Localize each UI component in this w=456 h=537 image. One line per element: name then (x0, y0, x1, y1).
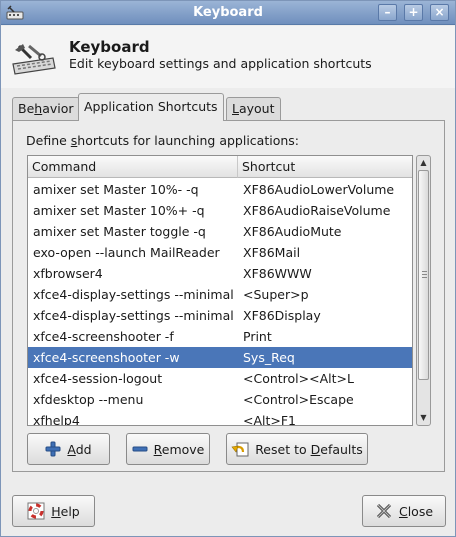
column-header-command[interactable]: Command (28, 156, 238, 178)
command-cell: xfdesktop --menu (33, 392, 144, 407)
command-cell: exo-open --launch MailReader (33, 245, 220, 260)
shortcuts-list[interactable]: Command Shortcut amixer set Master 10%- … (27, 155, 413, 426)
shortcut-cell: XF86AudioLowerVolume (243, 182, 395, 197)
table-row[interactable]: xfbrowser4 XF86WWW (28, 263, 412, 284)
command-cell: amixer set Master 10%+ -q (33, 203, 205, 218)
table-row[interactable]: amixer set Master 10%- -q XF86AudioLowerV… (28, 179, 412, 200)
help-button[interactable]: Help (12, 495, 95, 527)
grip-line (422, 277, 427, 278)
tab-behavior[interactable]: Behavior (12, 97, 80, 120)
undo-icon (231, 442, 249, 457)
close-button[interactable]: Close (362, 495, 446, 527)
remove-mnemonic: R (153, 441, 162, 457)
column-header-shortcut[interactable]: Shortcut (238, 156, 412, 178)
grip-line (422, 271, 427, 272)
command-cell: xfce4-display-settings --minimal (33, 308, 234, 323)
grip-line (422, 274, 427, 275)
list-scrollbar[interactable]: ▲ ▼ (416, 155, 431, 426)
tab-label-part: avior (42, 101, 74, 116)
table-row[interactable]: xfce4-screenshooter -w Sys_Req (28, 347, 412, 368)
remove-label-rest: emove (161, 441, 205, 457)
panel-label-part: Define (26, 133, 71, 148)
add-mnemonic: A (67, 441, 76, 457)
scroll-up-arrow-icon[interactable]: ▲ (417, 156, 430, 170)
reset-label-part: efaults (320, 441, 363, 457)
panel-description: Define shortcuts for launching applicati… (26, 133, 299, 148)
maximize-button[interactable]: + (404, 4, 423, 21)
scrollbar-thumb[interactable] (418, 170, 429, 380)
table-row[interactable]: xfce4-display-settings --minimal XF86Disp… (28, 305, 412, 326)
plus-icon (45, 441, 61, 457)
command-cell: xfhelp4 (33, 413, 80, 426)
tab-application-shortcuts[interactable]: Application Shortcuts (78, 93, 224, 121)
reset-mnemonic: D (310, 441, 321, 457)
header-title: Keyboard (69, 38, 150, 56)
shortcut-cell: XF86WWW (243, 266, 312, 281)
close-label: Close (399, 504, 433, 519)
command-cell: xfce4-session-logout (33, 371, 163, 386)
command-cell: amixer set Master 10%- -q (33, 182, 199, 197)
shortcut-cell: XF86Mail (243, 245, 301, 260)
command-cell: xfce4-screenshooter -f (33, 329, 174, 344)
table-row[interactable]: xfdesktop --menu <Control>Escape (28, 389, 412, 410)
shortcut-cell: <Control><Alt>L (243, 371, 354, 386)
close-x-icon (376, 503, 392, 519)
table-row[interactable]: amixer set Master 10%+ -q XF86AudioRaiseV… (28, 200, 412, 221)
scroll-down-arrow-icon[interactable]: ▼ (417, 411, 430, 425)
help-label-rest: elp (60, 503, 80, 519)
table-row[interactable]: exo-open --launch MailReader XF86Mail (28, 242, 412, 263)
command-cell: xfce4-screenshooter -w (33, 350, 180, 365)
help-mnemonic: H (51, 503, 61, 519)
shortcut-cell: Sys_Req (243, 350, 295, 365)
table-row[interactable]: xfhelp4 <Alt>F1 (28, 410, 412, 426)
tab-label: Application Shortcuts (84, 99, 218, 114)
shortcut-cell: <Alt>F1 (243, 413, 297, 426)
shortcut-cell: <Super>p (243, 287, 309, 302)
tab-mnemonic: L (232, 101, 239, 116)
tab-label-part: ayout (238, 101, 275, 116)
add-label: Add (67, 442, 91, 457)
close-window-button[interactable]: × (430, 4, 449, 21)
tab-label-part: Be (18, 101, 35, 116)
shortcut-cell: XF86AudioRaiseVolume (243, 203, 391, 218)
add-button[interactable]: Add (27, 433, 110, 465)
remove-label: Remove (154, 442, 205, 457)
header-subtitle: Edit keyboard settings and application s… (69, 56, 372, 71)
help-lifebuoy-icon (27, 502, 45, 520)
reset-to-defaults-button[interactable]: Reset to Defaults (226, 433, 368, 465)
table-row[interactable]: xfce4-session-logout <Control><Alt>L (28, 368, 412, 389)
remove-button[interactable]: Remove (126, 433, 210, 465)
reset-label-part: Reset to (255, 441, 311, 457)
shortcut-cell: Print (243, 329, 272, 344)
table-row[interactable]: xfce4-screenshooter -f Print (28, 326, 412, 347)
shortcut-cell: XF86Display (243, 308, 321, 323)
close-mnemonic: C (398, 503, 408, 519)
minus-icon (132, 446, 148, 452)
keyboard-window: Keyboard – + × Keyboard Edit keyboard se… (0, 0, 456, 537)
title-bar[interactable]: Keyboard – + × (1, 1, 455, 25)
dialog-header: Keyboard Edit keyboard settings and appl… (1, 26, 455, 88)
close-label-rest: lose (407, 503, 434, 519)
panel-label-part: hortcuts for launching applications: (77, 133, 300, 148)
minimize-button[interactable]: – (378, 4, 397, 21)
command-cell: xfbrowser4 (33, 266, 103, 281)
shortcut-cell: XF86AudioMute (243, 224, 342, 239)
keyboard-icon (12, 44, 56, 75)
shortcut-cell: <Control>Escape (243, 392, 354, 407)
table-row[interactable]: amixer set Master toggle -q XF86AudioMute (28, 221, 412, 242)
table-row[interactable]: xfce4-display-settings --minimal <Super>p (28, 284, 412, 305)
command-cell: xfce4-display-settings --minimal (33, 287, 234, 302)
add-label-rest: dd (75, 441, 92, 457)
reset-label: Reset to Defaults (255, 442, 363, 457)
help-label: Help (51, 504, 80, 519)
command-cell: amixer set Master toggle -q (33, 224, 206, 239)
shortcuts-panel: Define shortcuts for launching applicati… (12, 120, 445, 472)
tab-layout[interactable]: Layout (226, 97, 281, 120)
